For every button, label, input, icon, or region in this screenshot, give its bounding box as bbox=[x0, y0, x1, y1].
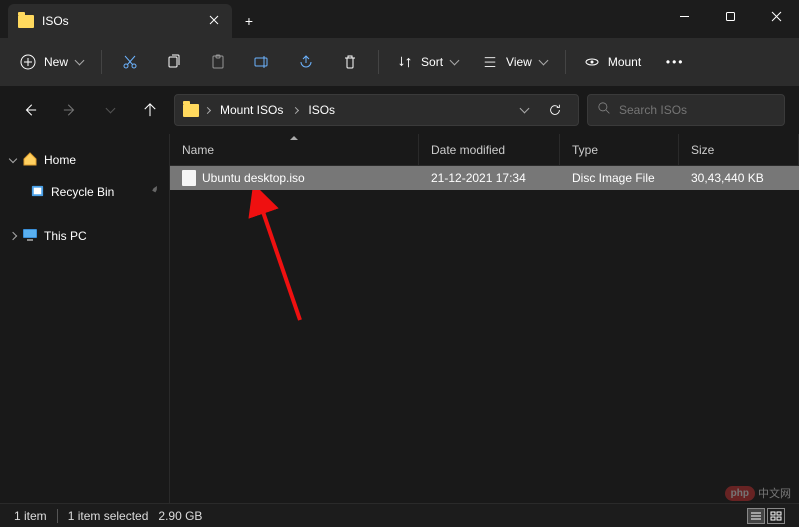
chevron-down-icon bbox=[9, 154, 17, 162]
mount-icon bbox=[584, 54, 600, 70]
up-button[interactable] bbox=[134, 94, 166, 126]
delete-button[interactable] bbox=[330, 45, 370, 79]
new-button[interactable]: New bbox=[10, 45, 93, 79]
refresh-button[interactable] bbox=[540, 103, 570, 117]
content: Home Recycle Bin This PC Name Date modif… bbox=[0, 134, 799, 503]
close-button[interactable] bbox=[753, 0, 799, 32]
tab-close-button[interactable] bbox=[206, 14, 222, 28]
scissors-icon bbox=[122, 54, 138, 70]
column-size[interactable]: Size bbox=[679, 134, 799, 165]
folder-icon bbox=[183, 104, 199, 117]
more-button[interactable]: ••• bbox=[655, 45, 695, 79]
pc-icon bbox=[22, 227, 38, 246]
navbar: Mount ISOs ISOs bbox=[0, 86, 799, 134]
file-type-cell: Disc Image File bbox=[560, 171, 679, 185]
column-name[interactable]: Name bbox=[170, 134, 419, 165]
trash-icon bbox=[342, 54, 358, 70]
watermark: php 中文网 bbox=[725, 485, 791, 501]
recycle-icon bbox=[30, 183, 45, 201]
folder-icon bbox=[18, 15, 34, 28]
cut-button[interactable] bbox=[110, 45, 150, 79]
chevron-right-icon bbox=[292, 106, 299, 113]
file-name-cell: Ubuntu desktop.iso bbox=[170, 170, 419, 186]
chevron-down-icon bbox=[105, 104, 115, 114]
status-selected: 1 item selected bbox=[68, 509, 149, 523]
statusbar: 1 item 1 item selected 2.90 GB bbox=[0, 503, 799, 527]
details-view-button[interactable] bbox=[747, 508, 765, 524]
sidebar-label: Home bbox=[44, 153, 76, 167]
sort-button[interactable]: Sort bbox=[387, 45, 468, 79]
sidebar-item-recycle[interactable]: Recycle Bin bbox=[0, 176, 169, 208]
maximize-button[interactable] bbox=[707, 0, 753, 32]
file-pane: Name Date modified Type Size Ubuntu desk… bbox=[170, 134, 799, 503]
new-label: New bbox=[44, 55, 68, 69]
toolbar: New Sort View Mount ••• bbox=[0, 38, 799, 86]
tab-title: ISOs bbox=[42, 14, 206, 28]
back-button[interactable] bbox=[14, 94, 46, 126]
sidebar-item-thispc[interactable]: This PC bbox=[0, 220, 169, 252]
more-icon: ••• bbox=[666, 55, 685, 69]
view-button[interactable]: View bbox=[472, 45, 557, 79]
sidebar-item-home[interactable]: Home bbox=[0, 144, 169, 176]
thumbnails-view-button[interactable] bbox=[767, 508, 785, 524]
chevron-down-icon bbox=[75, 56, 85, 66]
titlebar: ISOs + bbox=[0, 0, 799, 38]
search-input[interactable] bbox=[619, 103, 774, 117]
column-headers: Name Date modified Type Size bbox=[170, 134, 799, 166]
view-label: View bbox=[506, 55, 532, 69]
home-icon bbox=[22, 151, 38, 170]
column-date[interactable]: Date modified bbox=[419, 134, 560, 165]
file-size-cell: 30,43,440 KB bbox=[679, 171, 799, 185]
mount-label: Mount bbox=[608, 55, 641, 69]
file-date-cell: 21-12-2021 17:34 bbox=[419, 171, 560, 185]
sort-indicator-icon bbox=[290, 136, 298, 140]
sort-icon bbox=[397, 54, 413, 70]
tab-active[interactable]: ISOs bbox=[8, 4, 232, 38]
view-toggle bbox=[747, 508, 785, 524]
chevron-down-icon bbox=[538, 56, 548, 66]
disc-image-icon bbox=[182, 170, 196, 186]
breadcrumb-dropdown[interactable] bbox=[514, 108, 534, 112]
chevron-right-icon bbox=[204, 106, 211, 113]
plus-circle-icon bbox=[20, 54, 36, 70]
file-row[interactable]: Ubuntu desktop.iso 21-12-2021 17:34 Disc… bbox=[170, 166, 799, 190]
copy-button[interactable] bbox=[154, 45, 194, 79]
breadcrumb-item[interactable]: ISOs bbox=[304, 101, 339, 119]
column-type[interactable]: Type bbox=[560, 134, 679, 165]
new-tab-button[interactable]: + bbox=[232, 4, 266, 38]
forward-button[interactable] bbox=[54, 94, 86, 126]
minimize-button[interactable] bbox=[661, 0, 707, 32]
paste-button[interactable] bbox=[198, 45, 238, 79]
copy-icon bbox=[166, 54, 182, 70]
chevron-down-icon bbox=[450, 56, 460, 66]
breadcrumb[interactable]: Mount ISOs ISOs bbox=[174, 94, 579, 126]
share-icon bbox=[298, 54, 314, 70]
share-button[interactable] bbox=[286, 45, 326, 79]
search-icon bbox=[598, 102, 611, 118]
chevron-right-icon bbox=[9, 232, 17, 240]
status-count: 1 item bbox=[14, 509, 47, 523]
sort-label: Sort bbox=[421, 55, 443, 69]
sidebar: Home Recycle Bin This PC bbox=[0, 134, 170, 503]
rename-button[interactable] bbox=[242, 45, 282, 79]
recent-button[interactable] bbox=[94, 94, 126, 126]
sidebar-label: This PC bbox=[44, 229, 87, 243]
rename-icon bbox=[254, 54, 270, 70]
pin-icon bbox=[145, 183, 162, 201]
clipboard-icon bbox=[210, 54, 226, 70]
search-box[interactable] bbox=[587, 94, 785, 126]
chevron-down-icon bbox=[519, 104, 529, 114]
status-size: 2.90 GB bbox=[158, 509, 202, 523]
mount-button[interactable]: Mount bbox=[574, 45, 651, 79]
breadcrumb-item[interactable]: Mount ISOs bbox=[216, 101, 287, 119]
view-icon bbox=[482, 54, 498, 70]
sidebar-label: Recycle Bin bbox=[51, 185, 114, 199]
